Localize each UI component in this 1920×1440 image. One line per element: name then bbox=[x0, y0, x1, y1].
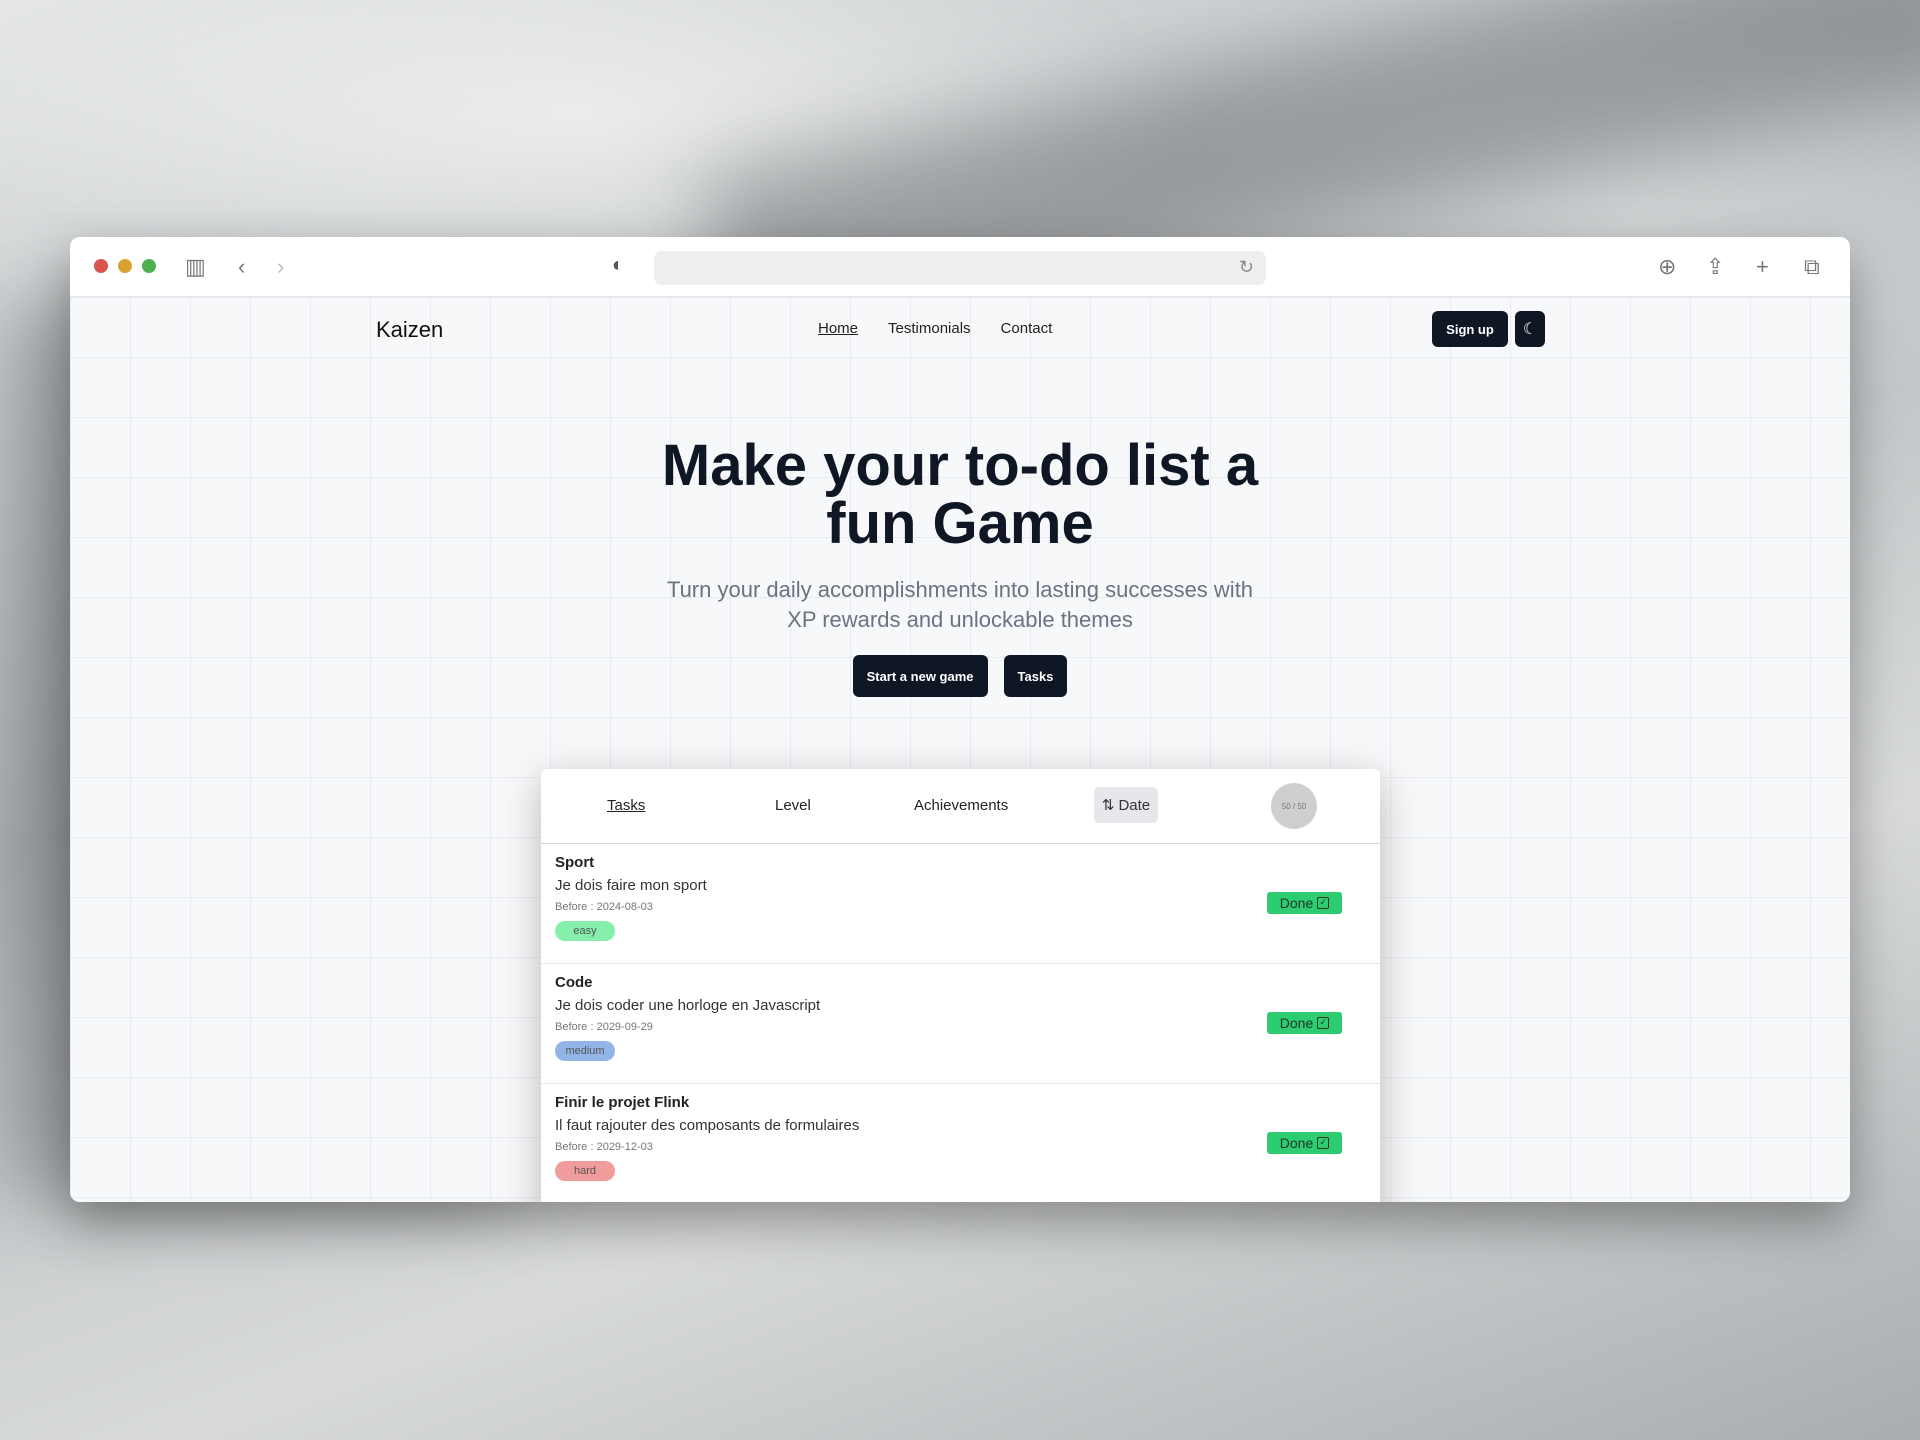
maximize-window-button[interactable] bbox=[142, 259, 156, 273]
forward-icon[interactable]: › bbox=[277, 255, 284, 279]
sort-date-button[interactable]: ⇅ Date bbox=[1094, 787, 1158, 823]
checkbox-icon: ✓ bbox=[1317, 1137, 1330, 1149]
done-button[interactable]: Done ✓ bbox=[1267, 1012, 1342, 1034]
task-row: Code Je dois coder une horloge en Javasc… bbox=[541, 964, 1380, 1084]
logo[interactable]: Kaizen bbox=[376, 317, 443, 343]
theme-toggle-button[interactable]: ☾ bbox=[1515, 311, 1545, 347]
checkbox-icon: ✓ bbox=[1317, 1017, 1330, 1029]
page: Kaizen Home Testimonials Contact Sign up… bbox=[70, 297, 1850, 1202]
avatar[interactable]: 50 / 50 bbox=[1271, 783, 1317, 829]
share-icon[interactable]: ⇪ bbox=[1706, 255, 1724, 279]
task-description: Je dois coder une horloge en Javascript bbox=[555, 997, 821, 1014]
download-icon[interactable]: ⊕ bbox=[1658, 255, 1676, 279]
task-date: Before : 2029-09-29 bbox=[555, 1021, 653, 1033]
browser-window: ▥ ‹ › ◐ ↻ ⊕ ⇪ + ⧉ Kaizen Home Testimonia… bbox=[70, 237, 1850, 1202]
sort-icon: ⇅ bbox=[1101, 797, 1115, 814]
nav-link-home[interactable]: Home bbox=[818, 320, 858, 337]
tab-level[interactable]: Level bbox=[775, 797, 811, 814]
task-title: Sport bbox=[555, 854, 595, 871]
hero-buttons: Start a new game Tasks bbox=[70, 655, 1850, 697]
difficulty-badge: easy bbox=[555, 921, 615, 941]
hero-subtitle: Turn your daily accomplishments into las… bbox=[666, 577, 1254, 632]
new-tab-icon[interactable]: + bbox=[1756, 255, 1769, 279]
difficulty-badge: hard bbox=[555, 1161, 615, 1181]
sort-label: Date bbox=[1118, 796, 1151, 814]
reload-icon[interactable]: ↻ bbox=[1239, 257, 1254, 278]
task-date: Before : 2029-12-03 bbox=[555, 1141, 653, 1153]
app-preview-panel: Tasks Level Achievements ⇅ Date 50 / 50 … bbox=[541, 769, 1380, 1202]
shield-icon[interactable]: ◐ bbox=[612, 254, 624, 277]
tasks-button[interactable]: Tasks bbox=[1003, 655, 1068, 697]
window-controls bbox=[94, 259, 156, 273]
done-button[interactable]: Done ✓ bbox=[1267, 892, 1342, 914]
task-row: Finir le projet Flink Il faut rajouter d… bbox=[541, 1084, 1380, 1202]
tab-tasks[interactable]: Tasks bbox=[607, 797, 645, 814]
task-description: Il faut rajouter des composants de formu… bbox=[555, 1117, 860, 1134]
signup-button[interactable]: Sign up bbox=[1432, 311, 1508, 347]
done-label: Done bbox=[1279, 1015, 1314, 1031]
task-date: Before : 2024-08-03 bbox=[555, 901, 653, 913]
address-bar[interactable]: ↻ bbox=[654, 251, 1266, 285]
hero-title: Make your to-do list a fun Game bbox=[661, 433, 1259, 556]
done-label: Done bbox=[1279, 895, 1314, 911]
minimize-window-button[interactable] bbox=[118, 259, 132, 273]
difficulty-badge: medium bbox=[555, 1041, 615, 1061]
nav-links: Home Testimonials Contact bbox=[818, 320, 1052, 337]
panel-tabs: Tasks Level Achievements ⇅ Date 50 / 50 bbox=[541, 769, 1380, 844]
tab-achievements[interactable]: Achievements bbox=[914, 797, 1008, 814]
browser-toolbar: ▥ ‹ › ◐ ↻ ⊕ ⇪ + ⧉ bbox=[70, 237, 1850, 297]
moon-icon: ☾ bbox=[1522, 321, 1538, 338]
nav-link-testimonials[interactable]: Testimonials bbox=[888, 320, 971, 337]
checkbox-icon: ✓ bbox=[1317, 897, 1330, 909]
tabs-overview-icon[interactable]: ⧉ bbox=[1804, 255, 1820, 279]
start-game-button[interactable]: Start a new game bbox=[852, 655, 988, 697]
navbar: Kaizen Home Testimonials Contact Sign up… bbox=[70, 297, 1850, 357]
done-label: Done bbox=[1279, 1135, 1314, 1151]
close-window-button[interactable] bbox=[94, 259, 108, 273]
back-icon[interactable]: ‹ bbox=[238, 255, 245, 279]
task-title: Code bbox=[555, 974, 593, 991]
done-button[interactable]: Done ✓ bbox=[1267, 1132, 1342, 1154]
hero-section: Make your to-do list a fun Game Turn you… bbox=[70, 437, 1850, 697]
task-description: Je dois faire mon sport bbox=[555, 877, 707, 894]
nav-link-contact[interactable]: Contact bbox=[1001, 320, 1053, 337]
task-row: Sport Je dois faire mon sport Before : 2… bbox=[541, 844, 1380, 964]
sidebar-icon[interactable]: ▥ bbox=[185, 255, 206, 279]
task-title: Finir le projet Flink bbox=[555, 1094, 690, 1111]
